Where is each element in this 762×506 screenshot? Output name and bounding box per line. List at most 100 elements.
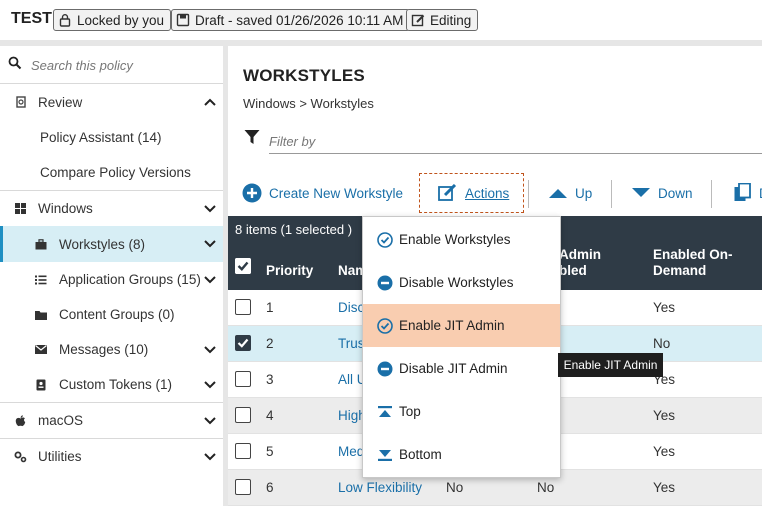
menu-item-label: Enable Workstyles [399,232,511,247]
move-up-label: Up [575,185,593,201]
row-checkbox[interactable] [235,299,251,315]
sidebar-item-policy-assistant[interactable]: Policy Assistant (14) [0,120,223,155]
toolbar-divider [528,180,529,208]
sidebar-group-review[interactable]: Review [0,84,223,120]
page-title: WORKSTYLES [243,66,365,85]
toolbar-divider [611,180,612,208]
sidebar: Search this policy Review Policy Assista… [0,46,223,506]
sidebar-item-application-groups[interactable]: Application Groups (15) [0,262,223,297]
token-icon [34,378,48,392]
sidebar-group-label: Review [38,94,83,110]
checkmark-icon [237,338,249,348]
cell-priority: 6 [266,480,274,495]
chevron-up-icon[interactable] [203,97,217,107]
gears-icon [13,450,27,464]
cell-on-demand: Yes [653,480,676,495]
sidebar-item-label: Compare Policy Versions [40,165,191,180]
cell-on-demand: No [653,336,671,351]
row-checkbox[interactable] [235,479,251,495]
draft-badge[interactable]: Draft - saved 01/26/2026 10:11 AM [171,9,411,31]
sidebar-group-windows[interactable]: Windows [0,191,223,226]
menu-item-label: Enable JIT Admin [399,318,505,333]
row-checkbox[interactable] [235,335,251,351]
chevron-down-icon[interactable] [203,345,217,355]
edit-icon [438,184,457,201]
locked-badge[interactable]: Locked by you [53,9,172,31]
create-workstyle-button[interactable]: Create New Workstyle [242,173,403,213]
menu-item-top[interactable]: Top [363,390,560,433]
row-checkbox[interactable] [235,407,251,423]
menu-item-disable-jit-admin[interactable]: Disable JIT Admin [363,347,560,390]
move-up-button[interactable]: Up [548,173,592,213]
sidebar-item-messages[interactable]: Messages (10) [0,332,223,367]
editing-badge[interactable]: Editing [406,9,479,31]
cell-priority: 3 [266,372,274,387]
cell-name-link[interactable]: Low Flexibility [338,480,422,495]
sidebar-item-compare-versions[interactable]: Compare Policy Versions [0,155,223,190]
envelope-icon [34,343,48,357]
select-all-checkbox[interactable] [235,258,251,274]
sidebar-search[interactable]: Search this policy [0,46,223,84]
list-icon [34,273,48,287]
column-header-admin[interactable]: Admin bled [559,247,601,279]
minus-circle-icon [377,361,393,376]
sidebar-item-workstyles[interactable]: Workstyles (8) [0,226,223,262]
menu-item-enable-jit-admin[interactable]: Enable JIT Admin [363,304,560,347]
sidebar-group-label: Windows [38,201,93,216]
cell-name-link[interactable]: Med [338,444,364,459]
cell-priority: 1 [266,300,274,315]
cell-name-link[interactable]: Disc [338,300,364,315]
column-header-on-demand[interactable]: Enabled On- Demand [653,247,733,279]
sidebar-group-utilities[interactable]: Utilities [0,439,223,474]
menu-item-enable-workstyles[interactable]: Enable Workstyles [363,218,560,261]
chevron-down-icon[interactable] [203,380,217,390]
windows-icon [13,202,27,216]
row-checkbox[interactable] [235,371,251,387]
sidebar-item-label: Custom Tokens (1) [59,377,173,392]
move-to-bottom-icon [378,449,392,461]
menu-item-label: Top [399,404,421,419]
chevron-down-icon[interactable] [203,275,217,285]
cell-name-link[interactable]: Trus [338,336,365,351]
folder-icon [34,308,48,322]
sidebar-group-macos[interactable]: macOS [0,403,223,438]
sidebar-group-label: Utilities [38,449,82,464]
cell-priority: 4 [266,408,274,423]
menu-item-label: Disable Workstyles [399,275,514,290]
apple-icon [13,414,27,428]
actions-button[interactable]: Actions [419,173,525,213]
move-down-button[interactable]: Down [631,173,693,213]
policy-title: TEST [11,10,52,27]
row-checkbox[interactable] [235,443,251,459]
item-count: 8 items (1 selected ) [235,222,353,237]
actions-label: Actions [465,185,510,201]
actions-menu: Enable Workstyles Disable Workstyles Ena… [362,216,561,478]
cell-priority: 2 [266,336,274,351]
filter-input[interactable]: Filter by [269,132,762,154]
menu-item-label: Disable JIT Admin [399,361,508,376]
copy-icon [734,183,751,201]
chevron-down-icon[interactable] [203,416,217,426]
sidebar-item-content-groups[interactable]: Content Groups (0) [0,297,223,332]
active-indicator [0,226,3,262]
top-bar: TEST Locked by you Draft - saved 01/26/2… [0,0,762,40]
menu-item-bottom[interactable]: Bottom [363,433,560,476]
triangle-down-icon [632,188,650,197]
chevron-down-icon[interactable] [203,239,217,249]
chevron-down-icon[interactable] [203,204,217,214]
sidebar-item-label: Messages (10) [59,342,149,357]
tooltip: Enable JIT Admin [558,353,663,377]
toolbar-divider [711,180,712,208]
cell-on-demand: Yes [653,444,676,459]
menu-item-disable-workstyles[interactable]: Disable Workstyles [363,261,560,304]
edit-icon [411,14,425,27]
chevron-down-icon[interactable] [203,452,217,462]
sidebar-search-input[interactable]: Search this policy [31,58,133,73]
sidebar-item-custom-tokens[interactable]: Custom Tokens (1) [0,367,223,402]
check-circle-icon [377,317,393,334]
column-header-priority[interactable]: Priority [266,263,313,279]
move-to-top-icon [378,405,392,417]
menu-item-label: Bottom [399,447,442,462]
save-icon [176,13,190,27]
duplicate-button[interactable]: D [734,173,762,213]
